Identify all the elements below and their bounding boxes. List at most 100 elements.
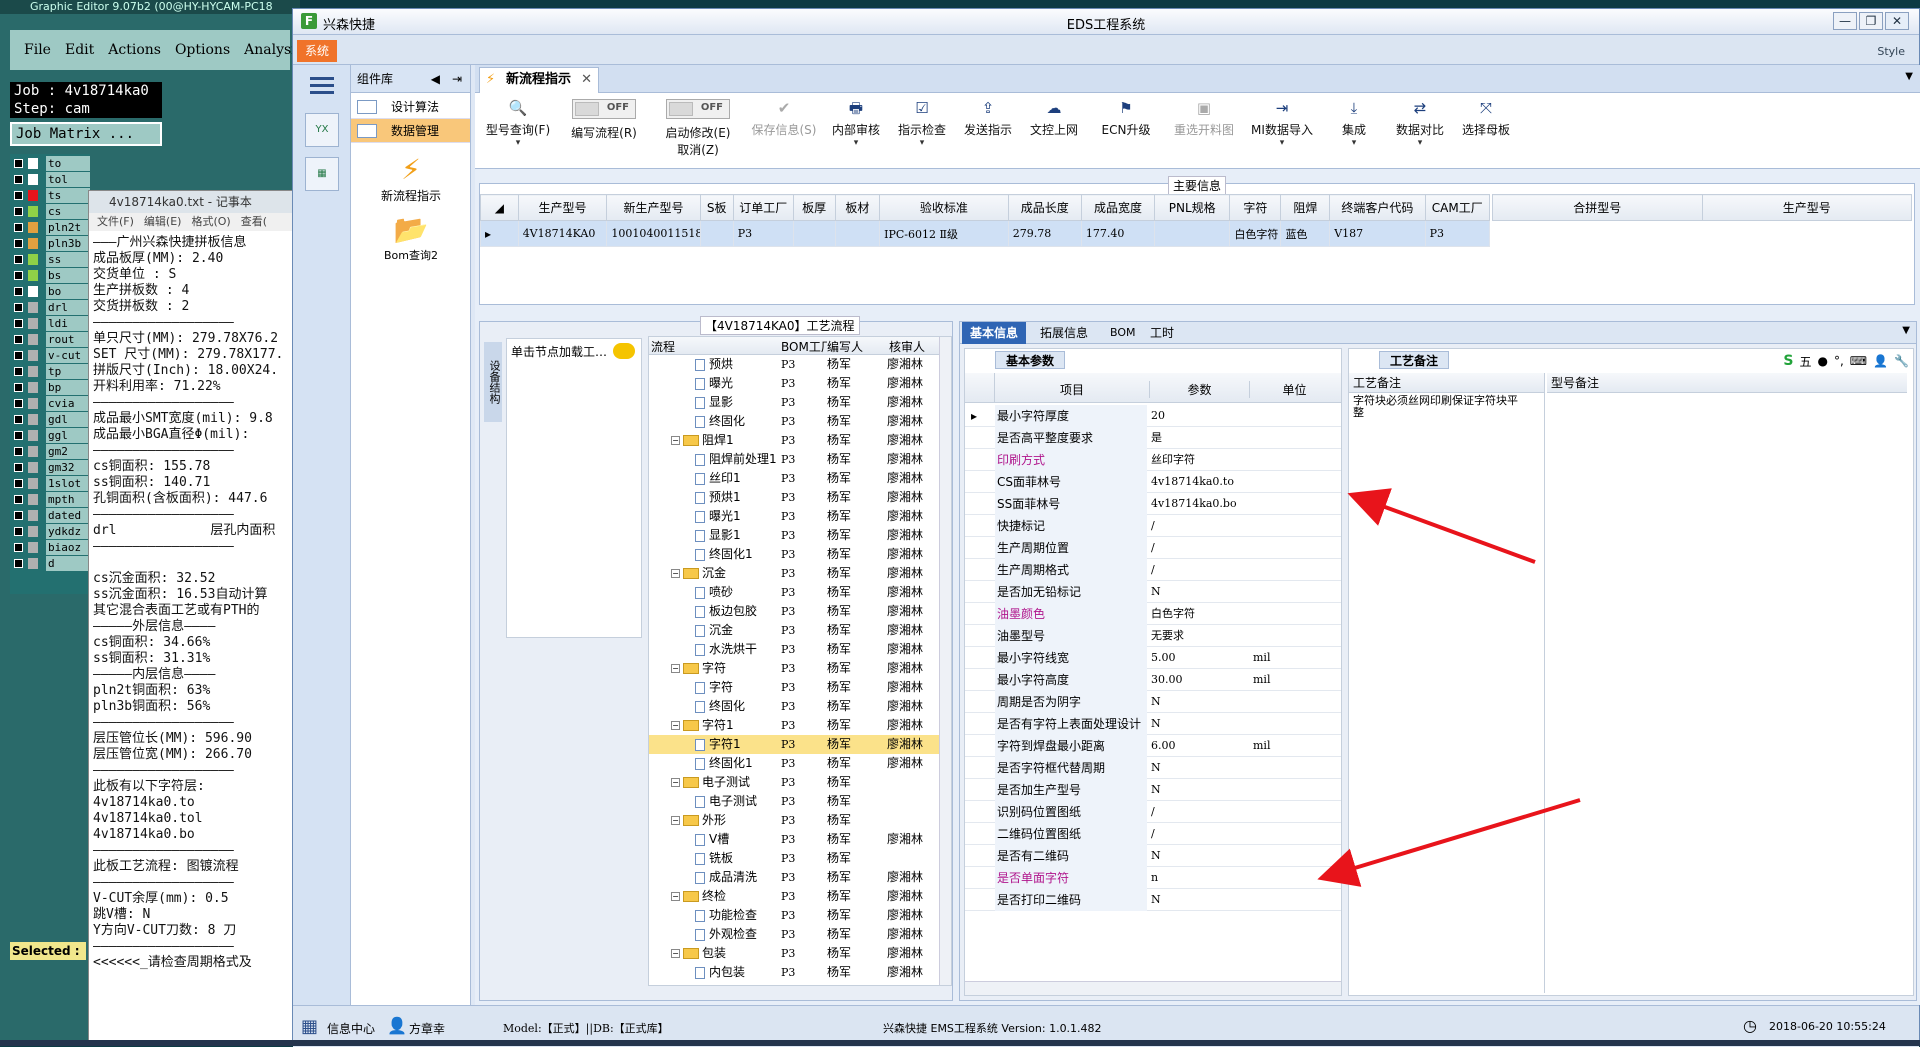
process-column-header[interactable]: 流程 xyxy=(651,338,781,355)
layer-checkbox[interactable] xyxy=(14,239,23,248)
component-item-design-algorithm[interactable]: 设计算法 xyxy=(351,95,470,119)
layer-checkbox[interactable] xyxy=(14,431,23,440)
chevron-down-icon[interactable]: ▾ xyxy=(1323,138,1385,148)
column-header[interactable]: 验收标准 xyxy=(879,194,1009,221)
column-header[interactable]: 订单工厂 xyxy=(732,194,794,221)
param-value[interactable]: 4v18714ka0.to xyxy=(1151,471,1247,493)
param-row[interactable]: CS面菲林号 4v18714ka0.to xyxy=(965,471,1341,493)
process-tree-row[interactable]: 字符1P3杨军廖湘林已审 xyxy=(649,735,951,754)
layer-row[interactable]: cvia xyxy=(10,396,90,411)
style-selector[interactable]: Style xyxy=(1877,45,1905,58)
process-tree-row[interactable]: 曝光P3杨军廖湘林已审 xyxy=(649,374,951,393)
menu-options[interactable]: Options xyxy=(175,42,230,58)
layer-checkbox[interactable] xyxy=(14,559,23,568)
process-tree-row[interactable]: 铣板P3杨军已审 xyxy=(649,849,951,868)
layer-checkbox[interactable] xyxy=(14,479,23,488)
cell[interactable]: IPC-6012 Ⅱ级 xyxy=(879,220,1009,247)
layer-row[interactable]: to xyxy=(10,156,90,171)
layer-row[interactable]: gdl xyxy=(10,412,90,427)
param-value[interactable]: 白色字符 xyxy=(1151,603,1247,625)
toolbar-button-5[interactable]: ☑ 指示检查 ▾ xyxy=(891,97,953,163)
process-tree-row[interactable]: 终固化1P3杨军廖湘林已审 xyxy=(649,754,951,773)
process-tree-row[interactable]: −包装P3杨军廖湘林已审 xyxy=(649,944,951,963)
process-tree-row[interactable]: 终固化1P3杨军廖湘林已审 xyxy=(649,545,951,564)
column-header[interactable]: 新生产型号 xyxy=(606,194,701,221)
param-row[interactable]: 识别码位置图纸 / xyxy=(965,801,1341,823)
process-tree-row[interactable]: 沉金P3杨军廖湘林已审 xyxy=(649,621,951,640)
node-load-area[interactable]: 单击节点加载工… xyxy=(506,338,642,638)
toolbar-button-10[interactable]: ⇥ MI数据导入 ▾ xyxy=(1245,97,1319,163)
param-value[interactable]: 5.00 xyxy=(1151,647,1247,669)
process-tree-row[interactable]: 曝光1P3杨军廖湘林已审 xyxy=(649,507,951,526)
layer-row[interactable]: bp xyxy=(10,380,90,395)
layer-row[interactable]: bs xyxy=(10,268,90,283)
param-value[interactable]: N xyxy=(1151,713,1247,735)
toolbar-button-12[interactable]: ⇄ 数据对比 ▾ xyxy=(1389,97,1451,163)
param-value[interactable]: / xyxy=(1151,823,1247,845)
process-tree-row[interactable]: −终检P3杨军廖湘林已审 xyxy=(649,887,951,906)
column-header[interactable]: S板 xyxy=(699,194,734,221)
basic-params-hscrollbar[interactable] xyxy=(965,981,1341,995)
process-tree-row[interactable]: 显影1P3杨军廖湘林已审 xyxy=(649,526,951,545)
layer-row[interactable]: drl xyxy=(10,300,90,315)
column-header[interactable]: 终端客户代码 xyxy=(1329,194,1426,221)
toolbar-button-8[interactable]: ⚑ ECN升级 xyxy=(1089,97,1163,163)
layer-row[interactable]: ldi xyxy=(10,316,90,331)
tab-extended-info[interactable]: 拓展信息 xyxy=(1034,322,1094,344)
toggle-switch[interactable]: OFF xyxy=(572,99,636,119)
process-tree-row[interactable]: 显影P3杨军廖湘林已审 xyxy=(649,393,951,412)
layer-row[interactable]: pln3b xyxy=(10,236,90,251)
process-tree-row[interactable]: 电子测试P3杨军已审 xyxy=(649,792,951,811)
tab-work-hours[interactable]: 工时 xyxy=(1144,322,1180,344)
process-tree-row[interactable]: 阻焊前处理1P3杨军廖湘林已审 xyxy=(649,450,951,469)
column-header[interactable]: 生产型号 xyxy=(517,194,608,221)
pin-icon[interactable]: ⇥ xyxy=(452,65,462,93)
layer-checkbox[interactable] xyxy=(14,255,23,264)
tab-list-dropdown-icon[interactable]: ▼ xyxy=(1905,71,1913,82)
param-value[interactable]: 30.00 xyxy=(1151,669,1247,691)
layer-checkbox[interactable] xyxy=(14,191,23,200)
param-value[interactable]: / xyxy=(1151,801,1247,823)
param-row[interactable]: 油墨颜色 白色字符 xyxy=(965,603,1341,625)
collapse-icon[interactable]: − xyxy=(671,664,680,673)
process-tree-row[interactable]: −电子测试P3杨军已审 xyxy=(649,773,951,792)
layer-checkbox[interactable] xyxy=(14,159,23,168)
layer-row[interactable]: gm32 xyxy=(10,460,90,475)
layer-row[interactable]: tp xyxy=(10,364,90,379)
main-info-row[interactable]: ▸ 4V18714KA0 10010400115189 P3 IPC-6012 Ⅱ级 27… xyxy=(480,220,1491,247)
bom-query-shortcut[interactable]: 📂 Bom查询2 xyxy=(351,213,471,263)
keyboard-icon[interactable]: ⌨ xyxy=(1850,354,1867,368)
collapse-left-icon[interactable]: ◀ xyxy=(431,65,440,93)
close-tab-icon[interactable]: ✕ xyxy=(581,68,592,92)
process-tree-row[interactable]: −阻焊1P3杨军廖湘林已审 xyxy=(649,431,951,450)
chevron-down-icon[interactable]: ▾ xyxy=(1389,138,1451,148)
cell[interactable]: 279.78 xyxy=(1007,220,1082,247)
layer-checkbox[interactable] xyxy=(14,175,23,184)
notepad-menu-view[interactable]: 查看( xyxy=(241,213,267,231)
ime-punctuation-icon[interactable]: °, xyxy=(1834,354,1844,368)
layer-row[interactable]: rout xyxy=(10,332,90,347)
menu-actions[interactable]: Actions xyxy=(108,42,161,58)
process-tree-row[interactable]: 字符P3杨军廖湘林已审 xyxy=(649,678,951,697)
ime-dot-icon[interactable]: ● xyxy=(1817,354,1827,368)
layer-checkbox[interactable] xyxy=(14,303,23,312)
layer-checkbox[interactable] xyxy=(14,335,23,344)
param-row[interactable]: 是否高平整度要求是 xyxy=(965,427,1341,449)
param-row[interactable]: 是否单面字符 n xyxy=(965,867,1341,889)
process-tree-row[interactable]: 水洗烘干P3杨军廖湘林已审 xyxy=(649,640,951,659)
process-tree-row[interactable]: 终固化P3杨军廖湘林已审 xyxy=(649,412,951,431)
cell[interactable] xyxy=(1154,220,1231,247)
column-header[interactable]: 板厚 xyxy=(792,194,836,221)
toolbar-button-7[interactable]: ☁ 文控上网 xyxy=(1023,97,1085,163)
param-value[interactable]: / xyxy=(1151,559,1247,581)
process-tree-row[interactable]: 预烘P3杨军廖湘林已审 xyxy=(649,355,951,374)
layer-checkbox[interactable] xyxy=(14,207,23,216)
wrench-icon[interactable]: 🔧 xyxy=(1894,354,1909,368)
component-item-data-management[interactable]: 数据管理 xyxy=(351,119,470,143)
layer-checkbox[interactable] xyxy=(14,511,23,520)
notepad-menu-edit[interactable]: 编辑(E) xyxy=(144,213,182,231)
layer-checkbox[interactable] xyxy=(14,399,23,408)
layer-row[interactable]: gm2 xyxy=(10,444,90,459)
param-row[interactable]: 是否加无铅标记 N xyxy=(965,581,1341,603)
toolbar-button-6[interactable]: ⇪ 发送指示 xyxy=(957,97,1019,163)
